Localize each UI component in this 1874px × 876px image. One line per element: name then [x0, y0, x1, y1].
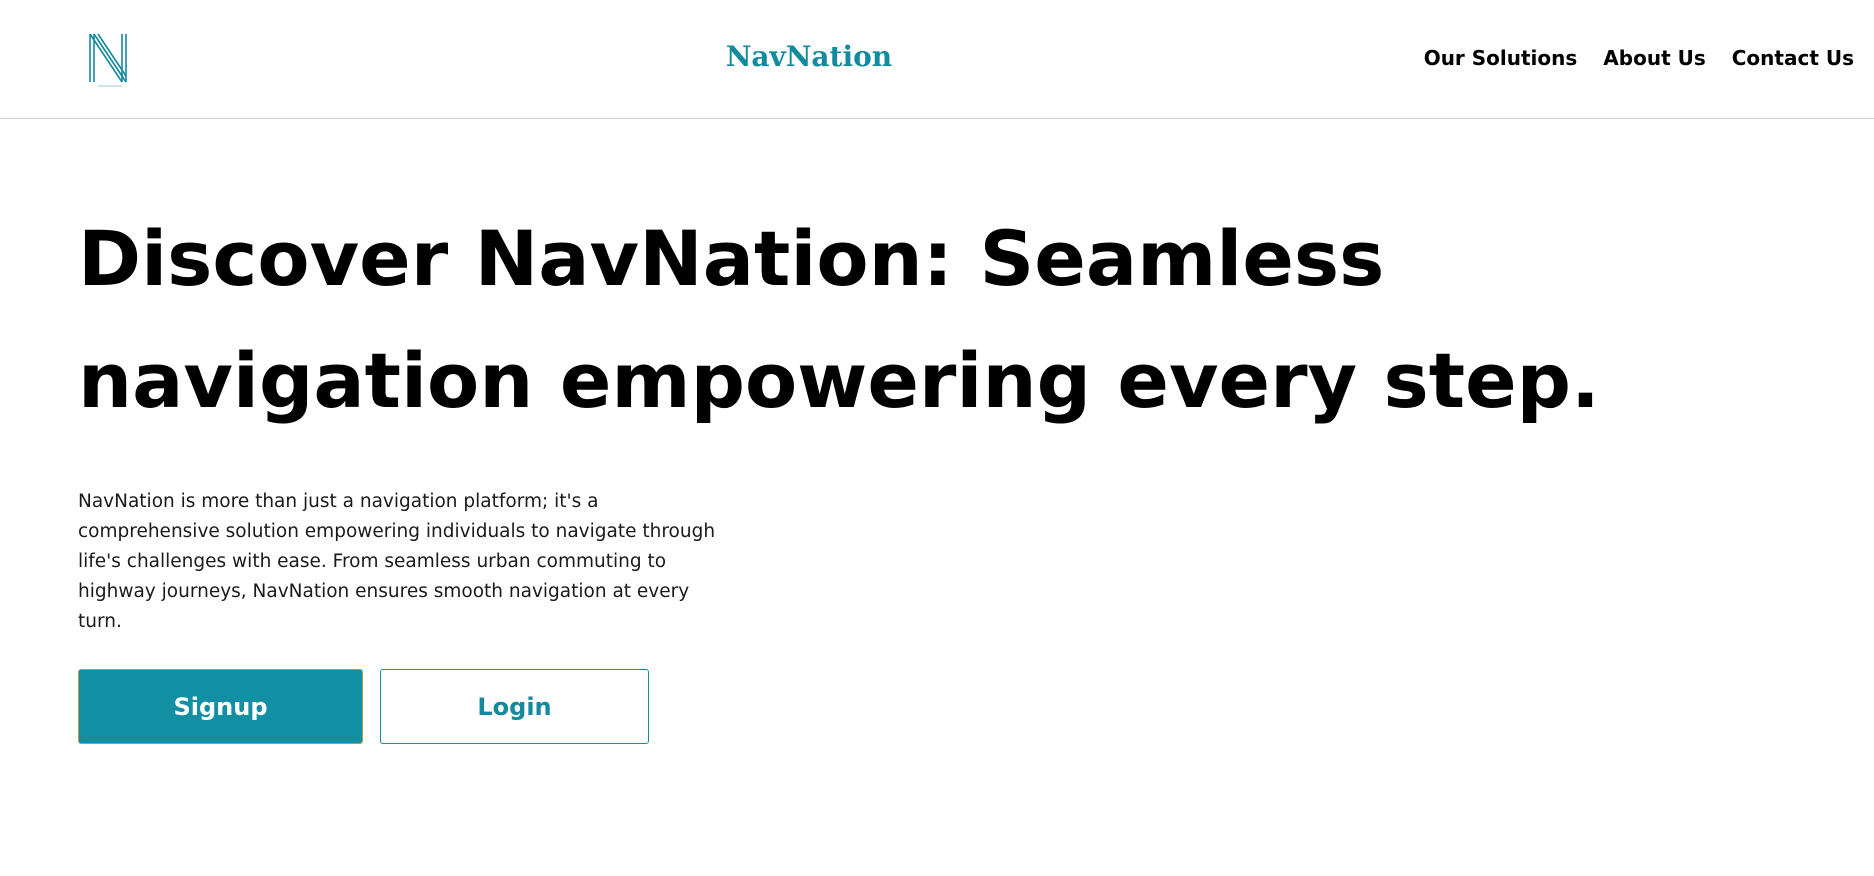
main-nav: Our Solutions About Us Contact Us: [1424, 46, 1854, 70]
hero-description: NavNation is more than just a navigation…: [78, 491, 716, 632]
brand-name[interactable]: NavNation: [0, 40, 1618, 73]
site-header: NavNation Our Solutions About Us Contact…: [0, 0, 1874, 119]
login-button[interactable]: Login: [380, 669, 649, 744]
nav-link-about-us[interactable]: About Us: [1603, 46, 1705, 70]
nav-link-our-solutions[interactable]: Our Solutions: [1424, 46, 1578, 70]
signup-button[interactable]: Signup: [78, 669, 363, 744]
nav-link-contact-us[interactable]: Contact Us: [1732, 46, 1854, 70]
hero-title: Discover NavNation: Seamless navigation …: [78, 214, 1600, 425]
